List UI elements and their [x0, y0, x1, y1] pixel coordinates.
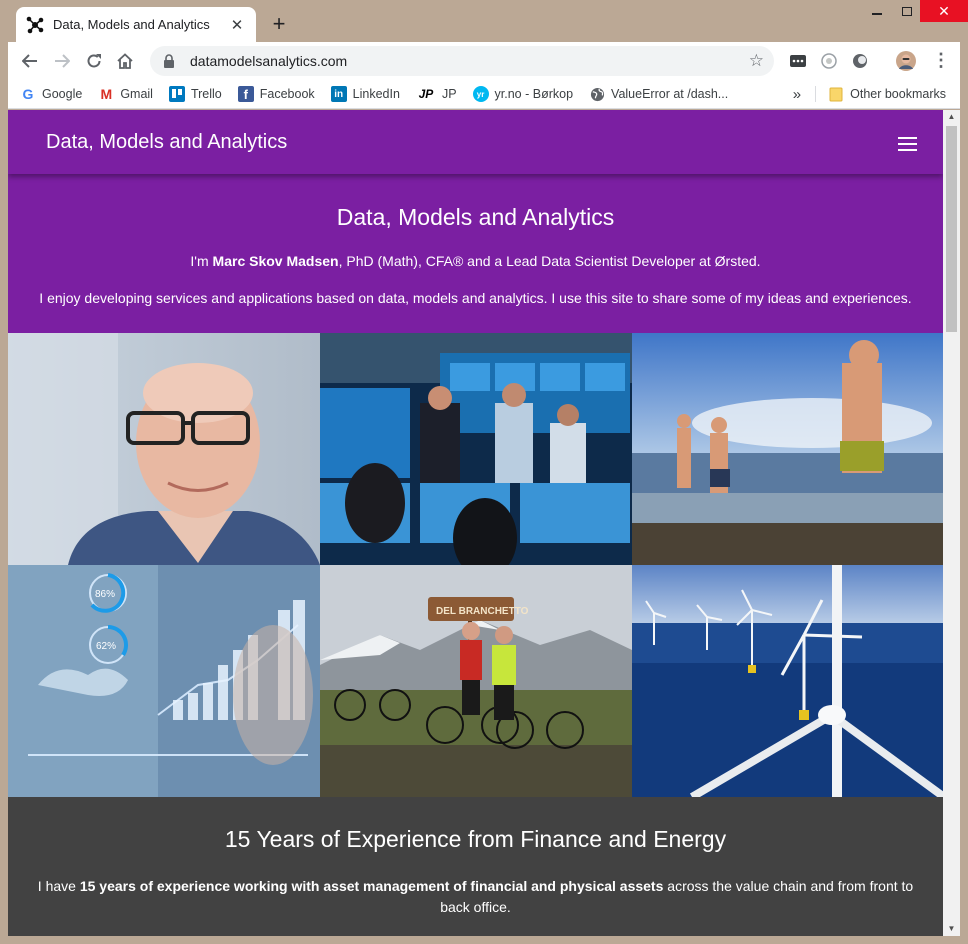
bookmark-gmail[interactable]: M Gmail	[90, 86, 161, 102]
bookmarks-overflow-button[interactable]: »	[785, 86, 815, 103]
extension-circle-icon[interactable]	[850, 51, 870, 71]
tab-title: Data, Models and Analytics	[53, 17, 210, 32]
close-window-button[interactable]: ✕	[920, 0, 968, 22]
trello-icon	[168, 86, 185, 102]
bookmark-label: Google	[42, 87, 83, 101]
extension-dots-icon[interactable]	[788, 51, 808, 71]
gauge-1-label: 86%	[95, 589, 115, 600]
forward-button[interactable]	[51, 50, 73, 72]
network-favicon-icon	[26, 16, 44, 34]
bookmark-star-icon[interactable]: ☆	[749, 51, 764, 71]
experience-section: 15 Years of Experience from Finance and …	[8, 797, 943, 936]
globe-icon	[589, 86, 605, 102]
page-viewport: Data, Models and Analytics Data, Models …	[8, 110, 943, 936]
profile-avatar[interactable]	[896, 51, 916, 71]
folder-icon	[828, 86, 844, 102]
bookmark-trello[interactable]: Trello	[161, 86, 230, 102]
browser-toolbar: datamodelsanalytics.com ☆ ⋮	[8, 42, 960, 80]
reload-button[interactable]	[83, 50, 105, 72]
hero-description: I enjoy developing services and applicat…	[39, 290, 912, 306]
bookmark-valueerror[interactable]: ValueError at /dash...	[581, 86, 736, 102]
bookmark-facebook[interactable]: f Facebook	[230, 86, 323, 102]
home-icon	[117, 53, 133, 69]
extension-target-icon[interactable]	[819, 51, 839, 71]
bookmark-label: Gmail	[120, 87, 153, 101]
google-icon: G	[22, 86, 34, 102]
hero-intro: I'm Marc Skov Madsen, PhD (Math), CFA® a…	[190, 253, 761, 269]
browser-window: Data, Models and Analytics ✕ + ✕ datamod…	[0, 0, 968, 944]
bookmark-jp[interactable]: JP JP	[408, 86, 465, 102]
experience-text: I have 15 years of experience working wi…	[37, 878, 914, 915]
minimize-icon	[872, 13, 882, 15]
maximize-icon	[902, 6, 912, 16]
facebook-icon: f	[237, 86, 254, 102]
hamburger-menu-icon[interactable]	[898, 137, 917, 155]
experience-title: 15 Years of Experience from Finance and …	[224, 826, 727, 852]
sign-text: DEL BRANCHETTO	[436, 606, 529, 617]
site-brand[interactable]: Data, Models and Analytics	[46, 131, 287, 154]
bookmarks-bar: G Google M Gmail Trello f Facebook in Li…	[8, 80, 960, 109]
forward-arrow-icon	[55, 54, 70, 68]
other-bookmarks[interactable]: Other bookmarks	[815, 86, 960, 102]
bookmark-label: Facebook	[259, 87, 315, 101]
other-bookmarks-label: Other bookmarks	[850, 87, 946, 101]
bookmark-label: yr.no - Børkop	[494, 87, 574, 101]
hero-title: Data, Models and Analytics	[336, 204, 615, 230]
wind-farm-photo	[632, 565, 943, 797]
scroll-up-icon[interactable]: ▲	[943, 110, 960, 124]
portrait-photo	[8, 333, 320, 565]
photo-gallery: 86% 62% DEL BRANCHETTO	[8, 333, 943, 797]
cycling-photo: DEL BRANCHETTO	[320, 565, 632, 797]
bookmark-yr[interactable]: yr yr.no - Børkop	[465, 86, 582, 102]
bookmark-google[interactable]: G Google	[8, 86, 90, 102]
site-navbar: Data, Models and Analytics	[8, 110, 943, 174]
yr-icon: yr	[472, 86, 489, 102]
bookmark-label: Trello	[190, 87, 222, 101]
bookmark-label: ValueError at /dash...	[611, 87, 729, 101]
browser-tab[interactable]: Data, Models and Analytics ✕	[16, 7, 256, 42]
tab-strip: Data, Models and Analytics ✕ + ✕	[0, 0, 968, 42]
browser-menu-icon[interactable]: ⋮	[932, 50, 950, 71]
linkedin-icon: in	[330, 86, 347, 102]
reload-icon	[87, 54, 101, 68]
gauge-2-label: 62%	[96, 641, 116, 652]
address-bar[interactable]: datamodelsanalytics.com ☆	[150, 46, 774, 76]
back-arrow-icon	[22, 54, 37, 68]
lock-icon	[162, 54, 176, 68]
home-button[interactable]	[114, 50, 136, 72]
url-text: datamodelsanalytics.com	[190, 53, 348, 69]
gmail-icon: M	[100, 86, 113, 102]
bookmark-label: LinkedIn	[352, 87, 400, 101]
scrollbar-thumb[interactable]	[946, 126, 957, 332]
bookmark-linkedin[interactable]: in LinkedIn	[323, 86, 408, 102]
jp-icon: JP	[418, 87, 434, 101]
beach-photo	[632, 333, 943, 565]
hero-section: Data, Models and Analytics I'm Marc Skov…	[8, 174, 943, 333]
scroll-down-icon[interactable]: ▼	[943, 922, 960, 936]
analytics-photo: 86% 62%	[8, 565, 320, 797]
trading-floor-photo	[320, 333, 632, 565]
bookmark-label: JP	[441, 87, 457, 101]
overflow-chevron-icon: »	[792, 85, 802, 103]
maximize-button[interactable]	[892, 0, 922, 22]
new-tab-button[interactable]: +	[268, 12, 290, 36]
page-scrollbar[interactable]: ▲ ▼	[943, 110, 960, 936]
author-name: Marc Skov Madsen	[212, 253, 339, 269]
tab-close-icon[interactable]: ✕	[228, 16, 246, 34]
minimize-button[interactable]	[862, 0, 892, 22]
back-button[interactable]	[19, 50, 41, 72]
